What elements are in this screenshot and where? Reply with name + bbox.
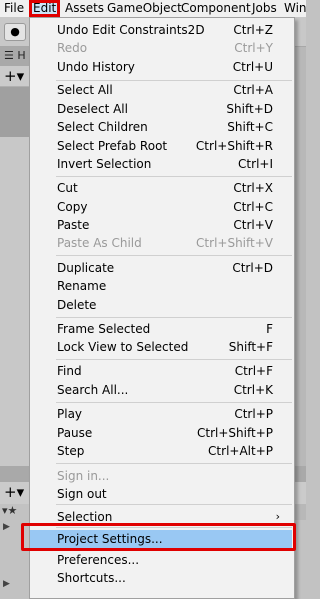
menu-item-shortcut: Ctrl+Shift+V [196,236,273,250]
menu-item-preferences[interactable]: Preferences... [30,551,292,569]
menu-item-search-all[interactable]: Search All... Ctrl+K [30,381,292,399]
menu-item-label: Select All [57,83,113,97]
menu-item-rename[interactable]: Rename [30,277,292,295]
menu-item-shortcut: Shift+D [226,102,273,116]
menu-item-shortcut: Ctrl+F [234,364,273,378]
menu-separator [56,255,292,256]
menu-item-shortcut: Ctrl+X [233,181,273,195]
menu-item-frame-selected[interactable]: Frame Selected F [30,320,292,338]
menu-item-copy[interactable]: Copy Ctrl+C [30,198,292,216]
expand-arrow-icon[interactable]: ▶ [3,579,10,589]
tab-hierarchy[interactable]: ☰ H [4,49,26,62]
menu-item-sign-out[interactable]: Sign out [30,485,292,503]
menu-item-label: Find [57,364,82,378]
menu-item-play[interactable]: Play Ctrl+P [30,405,292,423]
menu-item-cut[interactable]: Cut Ctrl+X [30,179,292,197]
menu-item-undo[interactable]: Undo Edit Constraints2D Ctrl+Z [30,21,292,39]
menu-item-step[interactable]: Step Ctrl+Alt+P [30,442,292,460]
menu-item-label: Select Children [57,120,148,134]
menu-item-label: Invert Selection [57,157,152,171]
menu-item-undo-history[interactable]: Undo History Ctrl+U [30,58,292,76]
menu-item-shortcut: Ctrl+U [232,60,273,74]
edit-menu-dropdown: Undo Edit Constraints2D Ctrl+Z Redo Ctrl… [29,17,295,599]
menu-component[interactable]: Component [181,0,251,17]
menu-item-label: Search All... [57,383,129,397]
menu-separator [56,463,292,464]
menu-item-label: Play [57,407,83,421]
menu-item-label: Select Prefab Root [57,139,168,153]
menu-item-label: Cut [57,181,78,195]
menu-item-label: Delete [57,298,97,312]
menu-separator [56,176,292,177]
menu-item-shortcut: Shift+C [227,120,273,134]
account-icon: ● [10,25,20,38]
menu-item-paste[interactable]: Paste Ctrl+V [30,216,292,234]
menu-item-label: Lock View to Selected [57,340,189,354]
hierarchy-icon: ☰ [4,49,14,62]
menu-item-duplicate[interactable]: Duplicate Ctrl+D [30,259,292,277]
menu-item-select-children[interactable]: Select Children Shift+C [30,118,292,136]
menu-gameobject[interactable]: GameObject [107,0,182,17]
menu-item-shortcut: Ctrl+Z [233,23,273,37]
menu-item-label: Copy [57,200,88,214]
menu-item-label: Shortcuts... [57,571,126,585]
menu-item-pause[interactable]: Pause Ctrl+Shift+P [30,424,292,442]
menu-item-label: Frame Selected [57,322,151,336]
menu-item-find[interactable]: Find Ctrl+F [30,362,292,380]
menu-item-shortcut: Shift+F [228,340,273,354]
menu-item-shortcut: Ctrl+D [232,261,273,275]
menu-item-shortcut: Ctrl+A [233,83,273,97]
menu-item-shortcut: Ctrl+I [238,157,273,171]
menu-item-label: Redo [57,41,88,55]
menu-item-select-prefab-root[interactable]: Select Prefab Root Ctrl+Shift+R [30,137,292,155]
project-add-icon[interactable]: +▾ [4,483,24,501]
menu-item-paste-as-child[interactable]: Paste As Child Ctrl+Shift+V [30,234,292,252]
project-settings-highlight-box [21,523,296,551]
expand-arrow-icon[interactable]: ▶ [3,522,10,532]
menu-item-shortcut: Ctrl+Shift+P [197,426,273,440]
menu-item-label: Undo Edit Constraints2D [57,23,205,37]
menu-assets[interactable]: Assets [65,0,104,17]
menu-item-label: Sign in... [57,469,110,483]
menu-item-label: Pause [57,426,93,440]
menu-item-lock-view[interactable]: Lock View to Selected Shift+F [30,338,292,356]
menu-item-invert-selection[interactable]: Invert Selection Ctrl+I [30,155,292,173]
menu-item-shortcut: Ctrl+C [233,200,273,214]
menu-separator [56,359,292,360]
menu-item-shortcut: Ctrl+K [233,383,273,397]
hierarchy-selection-block [0,87,30,137]
menu-item-label: Duplicate [57,261,115,275]
menu-item-label: Deselect All [57,102,128,116]
tab-hierarchy-label: H [17,49,26,62]
menu-item-label: Rename [57,279,107,293]
menu-item-label: Paste [57,218,90,232]
menu-item-label: Preferences... [57,553,140,567]
menu-file[interactable]: File [4,0,24,17]
menu-item-shortcut: Ctrl+Shift+R [195,139,273,153]
menu-item-shortcut: Ctrl+Alt+P [208,444,273,458]
menu-item-label: Step [57,444,85,458]
add-icon[interactable]: +▾ [4,66,24,86]
menu-item-shortcut: Ctrl+V [233,218,273,232]
menu-item-delete[interactable]: Delete [30,296,292,314]
menu-separator [56,317,292,318]
menu-item-select-all[interactable]: Select All Ctrl+A [30,81,292,99]
menu-item-shortcut: Ctrl+P [234,407,273,421]
menu-window[interactable]: Win [284,0,307,17]
menu-item-shortcut: Ctrl+Y [234,41,273,55]
menu-item-redo[interactable]: Redo Ctrl+Y [30,39,292,57]
menu-separator [56,402,292,403]
menu-item-sign-in[interactable]: Sign in... [30,467,292,485]
menu-item-shortcut: F [266,322,273,336]
menu-item-label: Sign out [57,487,107,501]
menu-jobs[interactable]: Jobs [252,0,277,17]
menu-item-deselect-all[interactable]: Deselect All Shift+D [30,100,292,118]
menu-item-shortcuts[interactable]: Shortcuts... [30,569,292,587]
account-button[interactable]: ● [4,23,26,41]
edit-highlight-box [29,0,60,17]
menu-item-label: Undo History [57,60,135,74]
favorites-star-icon[interactable]: ▾★ [2,504,17,517]
menu-item-label: Paste As Child [57,236,142,250]
menu-separator [56,504,292,505]
